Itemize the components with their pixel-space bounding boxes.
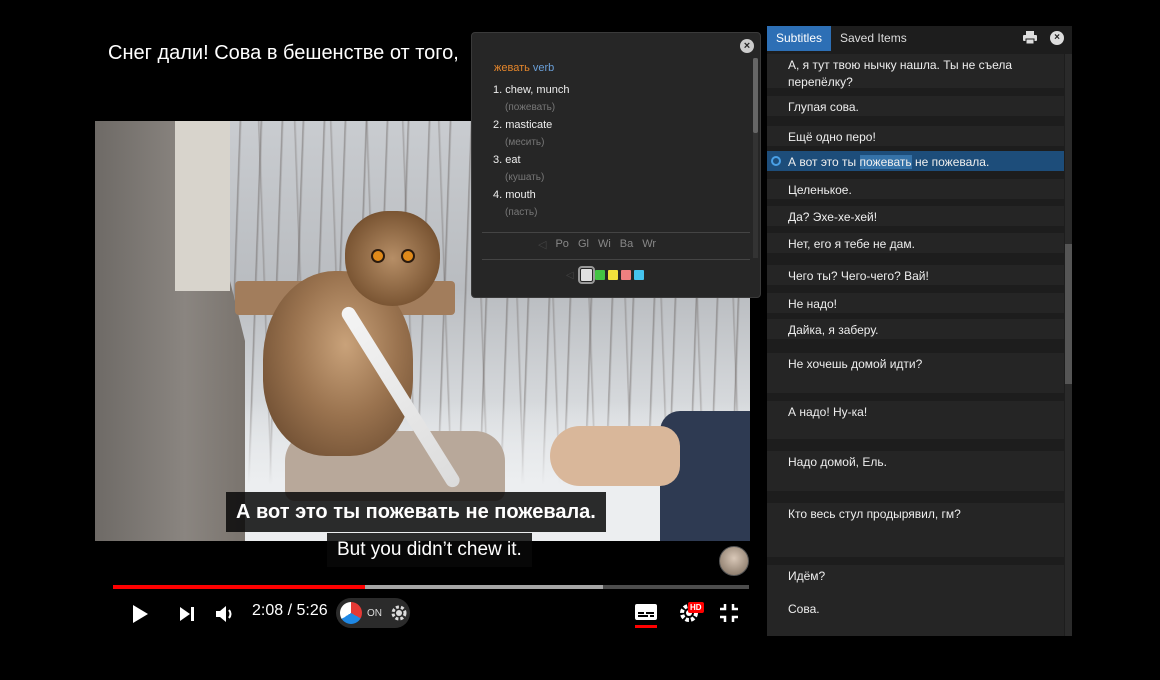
- source-gl[interactable]: Gl: [578, 238, 589, 251]
- subtitle-line[interactable]: Дайка, я заберу.: [767, 319, 1064, 339]
- dictionary-entries: 1. chew, munch (пожевать) 2. masticate (…: [493, 84, 743, 224]
- color-swatch-white[interactable]: [577, 266, 595, 284]
- volume-icon: [216, 606, 232, 622]
- subtitle-line[interactable]: Целенькое.: [767, 179, 1064, 199]
- dictionary-sources: ◁ Po Gl Wi Ba Wr: [538, 238, 656, 251]
- color-swatch-blue[interactable]: [633, 270, 644, 280]
- print-icon: [1023, 31, 1037, 45]
- source-ba[interactable]: Ba: [620, 238, 633, 251]
- subtitle-line[interactable]: Нет, его я тебе не дам.: [767, 233, 1064, 253]
- subtitle-line[interactable]: Надо домой, Ель.: [767, 451, 1064, 491]
- dictionary-entry[interactable]: 1. chew, munch (пожевать): [493, 84, 743, 119]
- hand: [550, 426, 680, 486]
- highlight-colors: ◁: [566, 266, 644, 284]
- subtitles-icon: [635, 604, 657, 620]
- close-icon[interactable]: ×: [740, 39, 754, 53]
- dictionary-headword: жевать verb: [494, 62, 554, 74]
- dictionary-entry[interactable]: 4. mouth (пасть): [493, 189, 743, 224]
- play-button[interactable]: [126, 600, 154, 628]
- subtitle-line[interactable]: Кто весь стул продырявил, гм?: [767, 503, 1064, 557]
- subtitles-active-indicator: [635, 625, 657, 628]
- subtitles-button[interactable]: [632, 600, 660, 624]
- dictionary-popup: × жевать verb 1. chew, munch (пожевать) 2…: [471, 32, 761, 298]
- subtitle-line[interactable]: Да? Эхе-хе-хей!: [767, 206, 1064, 226]
- subtitle-line[interactable]: Сова.: [767, 598, 1064, 636]
- subtitle-english: But you didn’t chew it.: [327, 533, 532, 567]
- subtitles-panel: Subtitles Saved Items × А, я тут твою ны…: [767, 26, 1072, 636]
- next-icon: [180, 607, 194, 621]
- subtitle-line[interactable]: Чего ты? Чего-чего? Вай!: [767, 265, 1064, 285]
- close-icon[interactable]: ×: [1050, 31, 1064, 45]
- dictionary-pos: verb: [532, 62, 555, 74]
- subtitle-russian[interactable]: А вот это ты пожевать не пожевала.: [226, 492, 606, 532]
- progress-played: [113, 585, 366, 589]
- subtitle-line[interactable]: Не хочешь домой идти?: [767, 353, 1064, 393]
- subtitle-line[interactable]: А надо! Ну-ка!: [767, 401, 1064, 439]
- subtitle-line[interactable]: Глупая сова.: [767, 96, 1064, 116]
- extension-logo-icon: [340, 602, 362, 624]
- speaker-icon[interactable]: ◁: [538, 238, 546, 251]
- fullscreen-exit-button[interactable]: [716, 600, 742, 626]
- progress-bar[interactable]: [113, 585, 749, 589]
- gear-icon[interactable]: [390, 604, 408, 622]
- source-wr[interactable]: Wr: [642, 238, 656, 251]
- time-display: 2:08 / 5:26: [252, 602, 328, 619]
- color-swatch-green[interactable]: [594, 270, 605, 280]
- color-left-icon: ◁: [566, 269, 574, 281]
- highlighted-word[interactable]: пожевать: [859, 155, 912, 169]
- tab-saved-items[interactable]: Saved Items: [840, 26, 907, 51]
- extension-state: ON: [367, 607, 382, 619]
- source-po[interactable]: Po: [555, 238, 568, 251]
- channel-avatar[interactable]: [719, 546, 749, 576]
- dictionary-scrollbar[interactable]: [753, 58, 758, 258]
- dictionary-entry[interactable]: 2. masticate (месить): [493, 119, 743, 154]
- color-swatch-red[interactable]: [620, 270, 631, 280]
- subtitle-line[interactable]: А, я тут твою нычку нашла. Ты не съела п…: [767, 54, 1064, 89]
- tab-subtitles[interactable]: Subtitles: [767, 26, 831, 51]
- current-line-icon: [771, 156, 781, 166]
- panel-tabs: Subtitles Saved Items ×: [767, 26, 1072, 51]
- subtitle-line-active[interactable]: А вот это ты пожевать не пожевала.: [767, 151, 1064, 171]
- color-swatch-yellow[interactable]: [607, 270, 618, 280]
- play-icon: [133, 605, 148, 623]
- next-button[interactable]: [174, 600, 200, 628]
- extension-toggle[interactable]: ON: [336, 598, 410, 628]
- subtitle-line[interactable]: Ещё одно перо!: [767, 126, 1064, 146]
- source-wi[interactable]: Wi: [598, 238, 611, 251]
- dictionary-entry[interactable]: 3. eat (кушать): [493, 154, 743, 189]
- panel-scrollbar[interactable]: [1065, 54, 1072, 636]
- video-title: Снег дали! Сова в бешенстве от того,: [108, 42, 459, 64]
- volume-button[interactable]: [212, 600, 238, 628]
- dictionary-word[interactable]: жевать: [494, 62, 530, 74]
- print-button[interactable]: [1023, 31, 1037, 45]
- fullscreen-exit-icon: [720, 604, 738, 622]
- hd-badge: HD: [688, 602, 704, 613]
- subtitle-line[interactable]: Не надо!: [767, 293, 1064, 313]
